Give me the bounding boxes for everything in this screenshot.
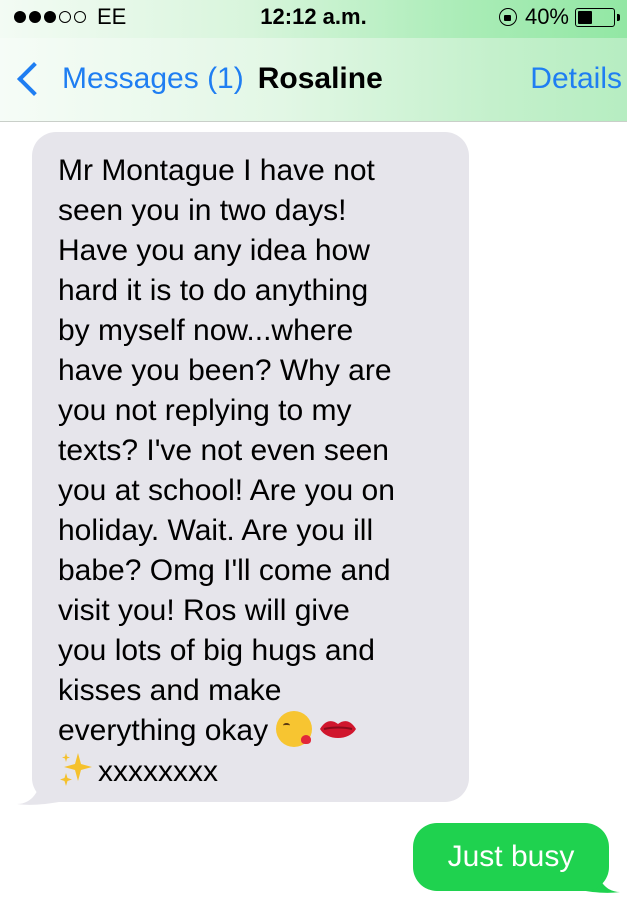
contact-name: Rosaline: [257, 62, 383, 95]
message-line: you not replying to my: [58, 394, 352, 427]
message-line-emojis: everything okay: [58, 711, 449, 751]
message-line: kisses and make: [58, 674, 282, 707]
message-line: babe? Omg I'll come and: [58, 554, 391, 587]
message-line: hard it is to do anything: [58, 274, 369, 307]
status-right: 40%: [498, 3, 620, 31]
battery-icon: [575, 7, 620, 27]
chevron-left-icon: [17, 62, 51, 96]
orientation-lock-icon: [498, 8, 517, 26]
battery-percent: 40%: [524, 4, 569, 29]
status-bar: EE 12:12 a.m. 40%: [0, 0, 627, 38]
message-last-line: xxxxxxxx: [58, 751, 449, 792]
message-line: you lots of big hugs and: [58, 634, 375, 667]
message-line: by myself now...where: [58, 314, 354, 347]
battery-tip: [617, 13, 620, 21]
navigation-bar: Messages (1) Rosaline Details: [0, 38, 627, 122]
message-line: holiday. Wait. Are you ill: [58, 514, 374, 547]
back-button[interactable]: Messages (1) Rosaline: [14, 57, 383, 101]
message-line: Mr Montague I have not: [58, 154, 375, 187]
outgoing-message-bubble[interactable]: Just busy: [413, 823, 609, 891]
message-line: visit you! Ros will give: [58, 594, 350, 627]
incoming-message-bubble[interactable]: Mr Montague I have not seen you in two d…: [32, 132, 469, 802]
sparkles-icon: [60, 753, 92, 786]
message-line: seen you in two days!: [58, 194, 347, 227]
back-button-label: Messages (1): [62, 62, 244, 95]
message-line: you at school! Are you on: [58, 474, 395, 507]
message-line: texts? I've not even seen: [58, 434, 389, 467]
message-line: Have you any idea how: [58, 234, 370, 267]
message-line: everything okay: [58, 714, 269, 747]
face-blowing-kiss-icon: [276, 711, 313, 747]
details-button[interactable]: Details: [530, 57, 622, 101]
kiss-lips-icon: [320, 721, 357, 738]
message-line: xxxxxxxx: [98, 755, 218, 788]
message-line: have you been? Why are: [58, 354, 392, 387]
battery-fill: [578, 10, 592, 24]
